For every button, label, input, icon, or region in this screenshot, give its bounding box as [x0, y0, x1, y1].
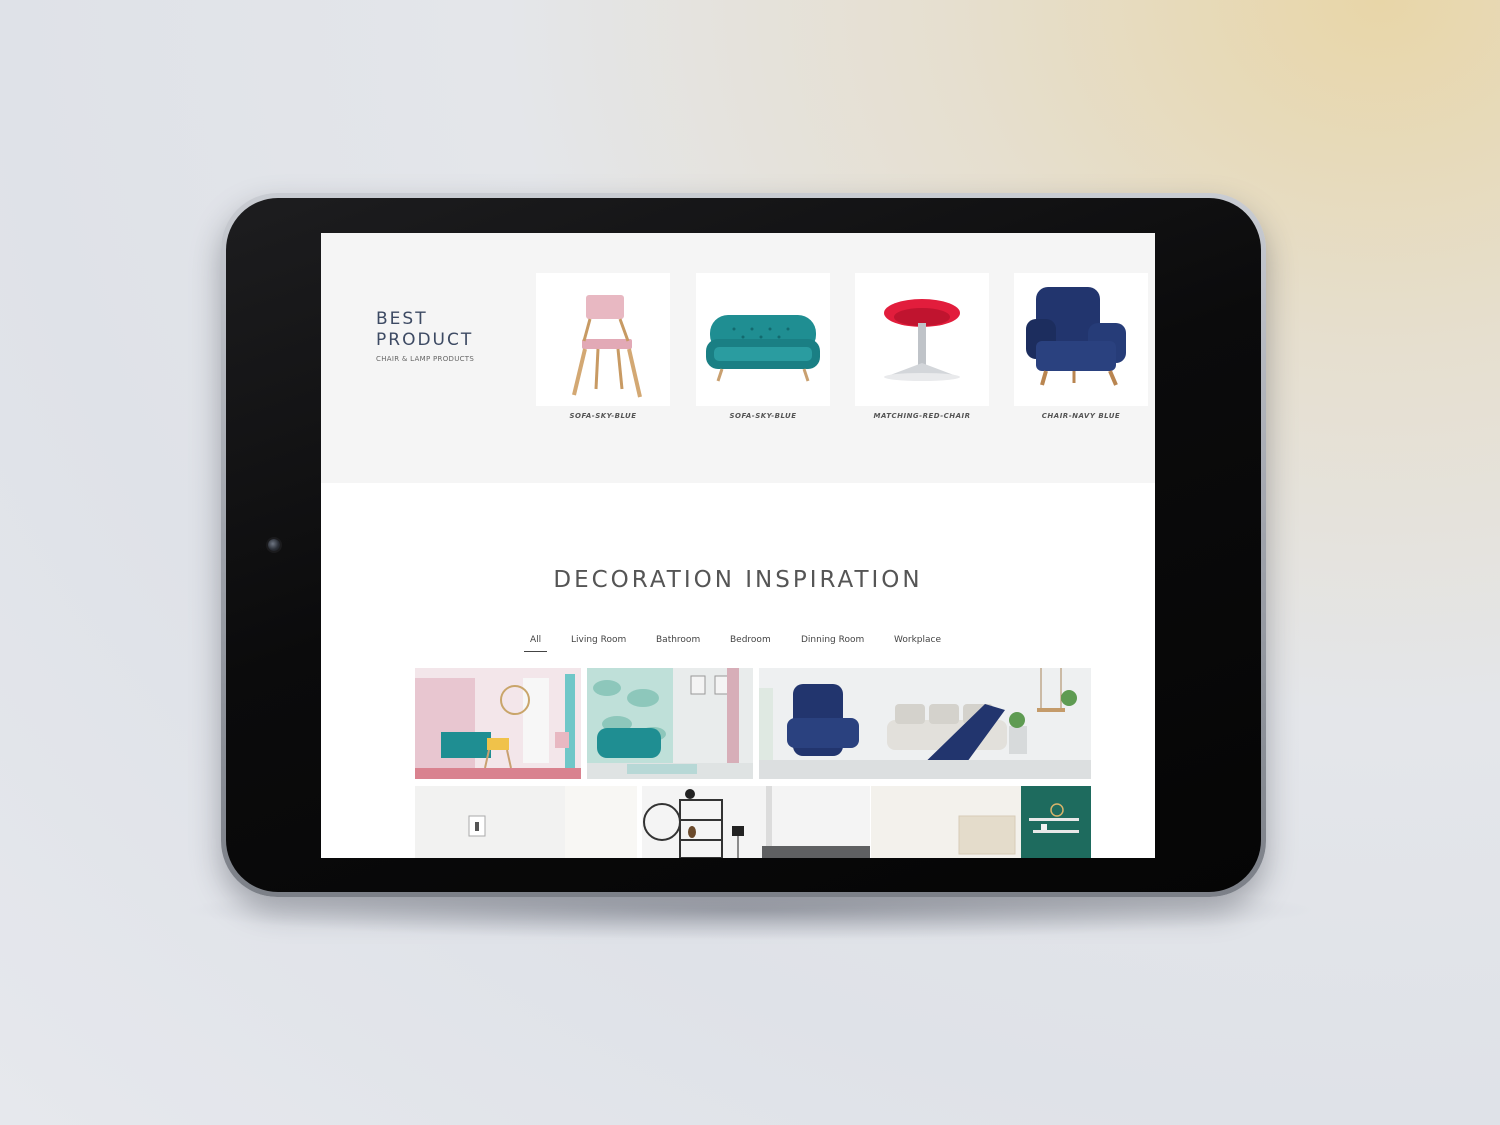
tab-workplace[interactable]: Workplace [894, 635, 941, 645]
product-label[interactable]: MATCHING-RED-CHAIR [855, 412, 989, 420]
product-label[interactable]: SOFA-SKY-BLUE [536, 412, 670, 420]
tablet-screen: BEST PRODUCT CHAIR & LAMP PRODUCTS ‹ › S… [321, 233, 1155, 858]
gallery-image-navy-chair-room[interactable] [759, 668, 1091, 779]
product-image-pink-chair[interactable] [536, 273, 670, 406]
tab-living-room[interactable]: Living Room [571, 635, 626, 645]
product-image-navy-chair[interactable] [1014, 273, 1148, 406]
product-card[interactable]: CHAIR-NAVY BLUE [1014, 273, 1148, 420]
product-image-teal-sofa[interactable] [696, 273, 830, 406]
product-card[interactable]: MATCHING-RED-CHAIR [855, 273, 989, 420]
best-product-section: BEST PRODUCT CHAIR & LAMP PRODUCTS ‹ › S… [321, 233, 1155, 483]
decoration-filter-tabs: All Living Room Bathroom Bedroom Dinning… [321, 635, 1155, 655]
tab-dinning-room[interactable]: Dinning Room [801, 635, 864, 645]
product-image-red-chair[interactable] [855, 273, 989, 406]
best-product-subtitle: CHAIR & LAMP PRODUCTS [376, 355, 475, 363]
gallery-image-pastel-living-room[interactable] [415, 668, 581, 779]
gallery-image-shelf-room[interactable] [642, 786, 870, 858]
tab-all[interactable]: All [523, 635, 548, 652]
product-label[interactable]: CHAIR-NAVY BLUE [1014, 412, 1148, 420]
camera-icon [268, 539, 280, 551]
tab-bedroom[interactable]: Bedroom [730, 635, 771, 645]
gallery-image-teal-sofa-room[interactable] [587, 668, 753, 779]
gallery-image-green-wall-room[interactable] [871, 786, 1091, 858]
product-card[interactable]: SOFA-SKY-BLUE [536, 273, 670, 420]
decoration-title: DECORATION INSPIRATION [553, 567, 923, 593]
product-card[interactable]: SOFA-SKY-BLUE [696, 273, 830, 420]
product-label[interactable]: SOFA-SKY-BLUE [696, 412, 830, 420]
tab-bathroom[interactable]: Bathroom [656, 635, 700, 645]
best-product-title: BEST PRODUCT [376, 309, 474, 350]
gallery-image-white-room[interactable] [415, 786, 637, 858]
